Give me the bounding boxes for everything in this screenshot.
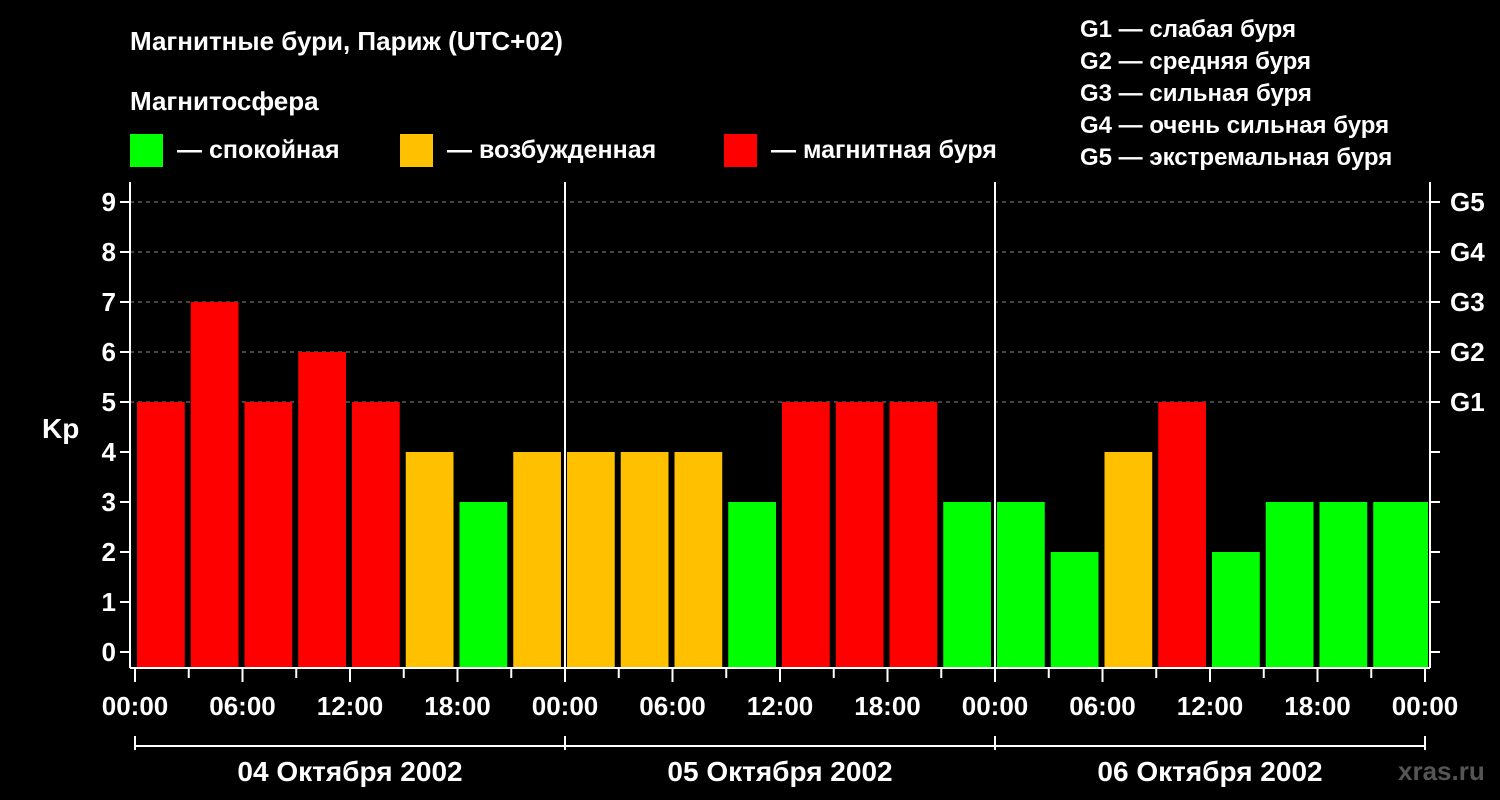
x-tick-label: 18:00 (1284, 691, 1351, 721)
kp-bar (137, 402, 185, 668)
kp-bar (567, 452, 615, 668)
y-tick-label: 8 (102, 237, 116, 267)
x-tick-label: 18:00 (854, 691, 921, 721)
y-tick-label: 0 (102, 637, 116, 667)
x-tick-label: 06:00 (209, 691, 276, 721)
storm-level-label: G2 (1450, 337, 1485, 367)
kp-bar (244, 402, 293, 668)
kp-bar (513, 452, 561, 668)
storm-level-label: G1 (1450, 387, 1485, 417)
storm-scale-g1: G1 — слабая буря (1080, 16, 1296, 43)
kp-bar (782, 402, 830, 668)
x-tick-label: 18:00 (424, 691, 491, 721)
kp-bar (728, 502, 776, 668)
kp-bar (620, 452, 669, 668)
kp-bar (997, 502, 1045, 668)
storm-scale-legend: G1 — слабая буря G2 — средняя буря G3 — … (1080, 16, 1392, 171)
day-label: 06 Октября 2002 (1097, 756, 1322, 787)
kp-bar (1265, 502, 1314, 668)
kp-bar (1373, 502, 1428, 668)
x-tick-label: 00:00 (102, 691, 169, 721)
kp-bar (674, 452, 723, 668)
bars (137, 302, 1428, 668)
x-tick-label: 00:00 (962, 691, 1029, 721)
day-label: 05 Октября 2002 (667, 756, 892, 787)
kp-bar (352, 402, 400, 668)
x-tick-label: 12:00 (747, 691, 814, 721)
legend-swatch-quiet (130, 134, 163, 167)
x-tick-label: 00:00 (1392, 691, 1459, 721)
legend-swatch-active (400, 134, 433, 167)
chart-title: Магнитные бури, Париж (UTC+02) (130, 26, 563, 56)
storm-scale-g2: G2 — средняя буря (1080, 48, 1311, 75)
y-tick-label: 3 (102, 487, 116, 517)
kp-bar (1427, 502, 1428, 668)
legend-label-quiet: — спокойная (177, 136, 340, 164)
storm-scale-g5: G5 — экстремальная буря (1080, 144, 1392, 171)
y-tick-label: 6 (102, 337, 116, 367)
x-tick-label: 12:00 (317, 691, 384, 721)
watermark: xras.ru (1398, 756, 1485, 786)
storm-scale-g4: G4 — очень сильная буря (1080, 112, 1389, 139)
legend-label-active: — возбужденная (447, 136, 656, 164)
y-tick-label: 5 (102, 387, 116, 417)
storm-level-label: G3 (1450, 287, 1485, 317)
y-tick-label: 2 (102, 537, 116, 567)
y-tick-label: 1 (102, 587, 116, 617)
storm-level-label: G5 (1450, 187, 1485, 217)
legend-label-storm: — магнитная буря (771, 136, 997, 164)
y-axis-label: Kp (42, 413, 79, 444)
legend: — спокойная — возбужденная — магнитная б… (130, 134, 997, 167)
kp-chart: Магнитные бури, Париж (UTC+02) Магнитосф… (42, 16, 1485, 787)
kp-bar (1319, 502, 1368, 668)
x-tick-label: 12:00 (1177, 691, 1244, 721)
kp-bar (1158, 402, 1206, 668)
kp-bar (298, 352, 346, 668)
kp-bar (405, 452, 454, 668)
kp-bar (889, 402, 938, 668)
y-tick-label: 9 (102, 187, 116, 217)
kp-bar (943, 502, 991, 668)
x-tick-label: 06:00 (1069, 691, 1136, 721)
y-tick-label: 4 (102, 437, 117, 467)
kp-bar (190, 302, 239, 668)
kp-bar (835, 402, 884, 668)
x-tick-label: 06:00 (639, 691, 706, 721)
y-tick-label: 7 (102, 287, 116, 317)
kp-bar (1050, 552, 1099, 668)
legend-title: Магнитосфера (130, 86, 319, 116)
kp-bar (1104, 452, 1153, 668)
storm-level-label: G4 (1450, 237, 1485, 267)
kp-bar (1212, 552, 1260, 668)
legend-swatch-storm (724, 134, 757, 167)
storm-scale-g3: G3 — сильная буря (1080, 80, 1312, 107)
x-tick-label: 00:00 (532, 691, 599, 721)
day-label: 04 Октября 2002 (237, 756, 462, 787)
kp-bar (459, 502, 508, 668)
